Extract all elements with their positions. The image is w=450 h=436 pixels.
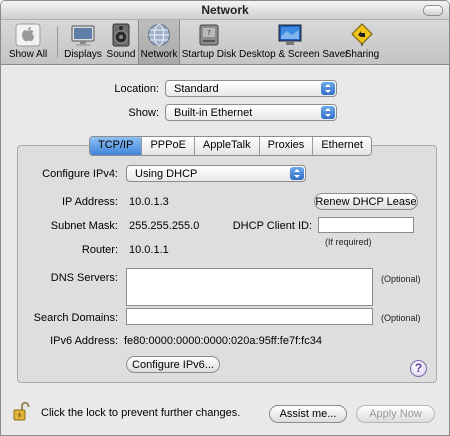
lock-message: Click the lock to prevent further change…: [41, 407, 241, 419]
toolbar-desktop-label: Desktop & Screen Saver: [239, 49, 349, 60]
renew-dhcp-lease-button[interactable]: Renew DHCP Lease: [314, 193, 418, 210]
sharing-sign-icon: [349, 23, 375, 47]
network-preferences-window: Network Show All Displays Sound Network …: [0, 0, 450, 436]
tab-appletalk[interactable]: AppleTalk: [194, 137, 260, 155]
toolbar-startup-disk[interactable]: ? Startup Disk: [181, 20, 237, 64]
dns-servers-label: DNS Servers:: [50, 272, 118, 284]
subnet-mask-label: Subnet Mask:: [50, 220, 118, 232]
location-popup[interactable]: Standard: [165, 80, 337, 97]
tab-tcpip[interactable]: TCP/IP: [90, 137, 143, 155]
lock-icon[interactable]: [13, 401, 31, 421]
toolbar-toggle-button[interactable]: [423, 5, 443, 16]
router-value: 10.0.1.1: [129, 244, 169, 256]
toolbar-network[interactable]: Network: [138, 20, 180, 64]
tab-ethernet[interactable]: Ethernet: [313, 137, 371, 155]
router-label: Router:: [81, 244, 118, 256]
ip-address-value: 10.0.1.3: [129, 196, 169, 208]
location-value: Standard: [174, 83, 219, 95]
show-popup[interactable]: Built-in Ethernet: [165, 104, 337, 121]
toolbar-sound-label: Sound: [106, 49, 136, 60]
preferences-toolbar: Show All Displays Sound Network ? Startu…: [1, 20, 449, 65]
location-label: Location:: [114, 83, 159, 95]
toolbar-show-all-label: Show All: [8, 49, 48, 60]
preferences-content: Location: Standard Show: Built-in Ethern…: [1, 65, 449, 435]
toolbar-sound[interactable]: Sound: [105, 20, 137, 64]
title-bar[interactable]: Network: [1, 1, 449, 20]
help-icon[interactable]: ?: [410, 360, 427, 377]
search-domains-field[interactable]: [126, 308, 373, 325]
dns-optional-note: (Optional): [381, 274, 421, 284]
apply-now-button[interactable]: Apply Now: [356, 405, 435, 423]
configure-ipv6-button[interactable]: Configure IPv6...: [126, 356, 220, 373]
search-optional-note: (Optional): [381, 313, 421, 323]
popup-arrows-icon: [290, 167, 304, 180]
subnet-mask-value: 255.255.255.0: [129, 220, 200, 232]
disk-icon: ?: [196, 23, 222, 47]
popup-arrows-icon: [321, 106, 335, 119]
toolbar-show-all[interactable]: Show All: [3, 20, 53, 64]
ip-address-label: IP Address:: [61, 196, 118, 208]
tab-pppoe[interactable]: PPPoE: [142, 137, 195, 155]
display-icon: [70, 23, 96, 47]
globe-network-icon: [146, 23, 172, 47]
configure-ipv4-popup[interactable]: Using DHCP: [126, 165, 306, 182]
tcpip-panel: Configure IPv4: Using DHCP IP Address: 1…: [17, 145, 437, 383]
configure-ipv4-value: Using DHCP: [135, 168, 198, 180]
window-title: Network: [201, 3, 249, 17]
toolbar-displays[interactable]: Displays: [61, 20, 105, 64]
speaker-icon: [108, 23, 134, 47]
svg-text:?: ?: [207, 29, 211, 37]
tab-bar: TCP/IP PPPoE AppleTalk Proxies Ethernet: [89, 136, 372, 156]
desktop-icon: [277, 23, 303, 47]
configure-ipv4-label: Configure IPv4:: [42, 168, 118, 180]
assist-me-button[interactable]: Assist me...: [269, 405, 347, 423]
apple-logo-icon: [15, 23, 41, 47]
popup-arrows-icon: [321, 82, 335, 95]
ipv6-address-label: IPv6 Address:: [50, 335, 118, 347]
dhcp-client-id-label: DHCP Client ID:: [232, 220, 312, 232]
toolbar-sharing[interactable]: Sharing: [342, 20, 382, 64]
search-domains-label: Search Domains:: [33, 312, 118, 324]
toolbar-sharing-label: Sharing: [344, 49, 380, 60]
show-value: Built-in Ethernet: [174, 107, 253, 119]
tab-proxies[interactable]: Proxies: [259, 137, 314, 155]
toolbar-desktop-screen-saver[interactable]: Desktop & Screen Saver: [239, 20, 349, 64]
show-label: Show:: [128, 107, 159, 119]
dhcp-client-id-field[interactable]: [318, 217, 414, 233]
toolbar-network-label: Network: [140, 49, 178, 60]
toolbar-displays-label: Displays: [64, 49, 102, 60]
toolbar-separator: [57, 26, 58, 58]
toolbar-startup-disk-label: Startup Disk: [181, 49, 237, 60]
dns-servers-field[interactable]: [126, 268, 373, 306]
if-required-note: (If required): [325, 237, 372, 247]
ipv6-address-value: fe80:0000:0000:0000:020a:95ff:fe7f:fc34: [124, 335, 322, 347]
